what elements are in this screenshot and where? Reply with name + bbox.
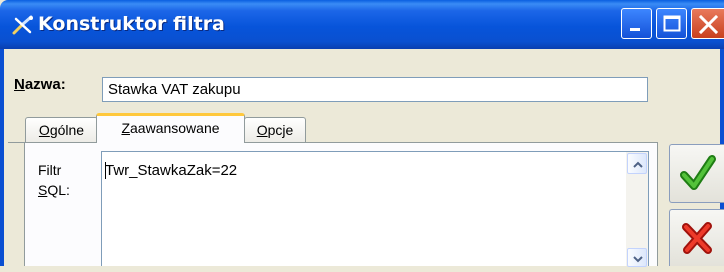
- scroll-up-button[interactable]: [627, 153, 647, 174]
- ok-button[interactable]: [669, 144, 724, 203]
- tab-general-accesskey: O: [38, 122, 50, 138]
- chevron-down-icon: [633, 256, 643, 263]
- close-icon: [698, 14, 719, 35]
- sql-filter-label-line2: SQL:: [38, 180, 70, 200]
- tab-options-label: pcje: [267, 122, 294, 138]
- tab-options-accesskey: O: [256, 122, 268, 138]
- checkmark-icon: [680, 155, 716, 190]
- filter-builder-icon: [12, 15, 33, 35]
- name-label-accesskey: N: [14, 76, 25, 93]
- window-frame-left: [0, 49, 4, 266]
- title-bar[interactable]: Konstruktor filtra: [0, 0, 724, 49]
- sql-label-rest: QL:: [47, 182, 70, 198]
- sql-filter-value: Twr_StawkaZak=22: [105, 162, 238, 179]
- sql-vertical-scrollbar[interactable]: [626, 152, 648, 267]
- sql-label-accesskey: S: [38, 182, 48, 198]
- tab-general[interactable]: Ogólne: [25, 117, 98, 143]
- maximize-icon: [663, 15, 681, 32]
- chevron-up-icon: [633, 161, 643, 168]
- tab-options[interactable]: Opcje: [244, 117, 306, 143]
- maximize-button[interactable]: [656, 8, 687, 39]
- name-input[interactable]: [102, 77, 648, 102]
- cross-icon: [682, 222, 712, 254]
- window-title: Konstruktor filtra: [38, 13, 225, 35]
- tab-advanced-label: aawansowane: [130, 120, 220, 136]
- tab-advanced-accesskey: Z: [121, 120, 131, 136]
- sql-filter-label-line1: Filtr: [38, 162, 62, 178]
- close-button[interactable]: [691, 8, 724, 39]
- tab-advanced[interactable]: Zaawansowane: [96, 113, 245, 143]
- scroll-down-button[interactable]: [627, 248, 647, 267]
- minimize-icon: [630, 28, 640, 31]
- sql-filter-label: Filtr SQL:: [38, 160, 70, 200]
- text-caret: [105, 162, 106, 179]
- minimize-button[interactable]: [621, 8, 652, 39]
- name-label: Nazwa:: [14, 76, 66, 93]
- tab-general-label: gólne: [49, 122, 85, 138]
- name-label-text: azwa:: [24, 76, 66, 93]
- cancel-button[interactable]: [669, 209, 724, 266]
